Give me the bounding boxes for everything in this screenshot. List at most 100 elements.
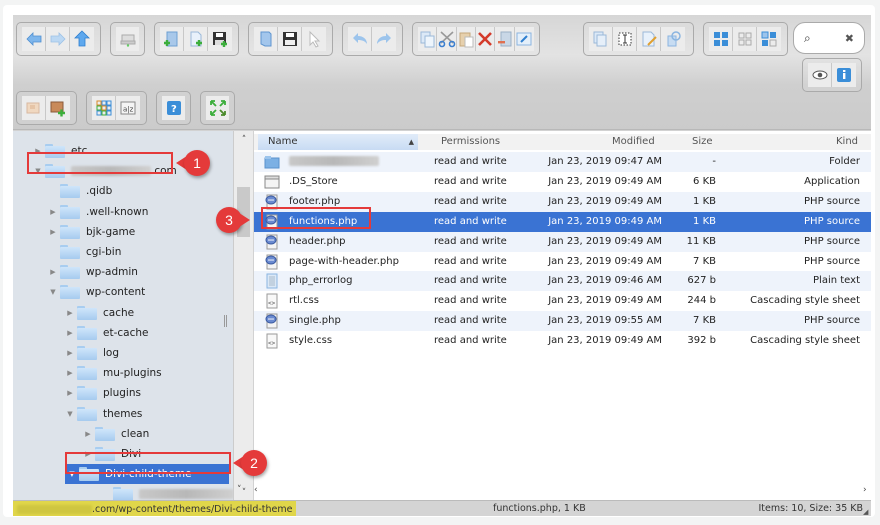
- collapse-arrow-icon[interactable]: ▼: [65, 410, 75, 418]
- forward-button[interactable]: [46, 27, 70, 51]
- folder-icon: [77, 325, 97, 340]
- expand-arrow-icon[interactable]: ▶: [83, 430, 93, 438]
- fullscreen-button[interactable]: [206, 96, 229, 120]
- preview-button[interactable]: [808, 63, 832, 87]
- resize-button[interactable]: [661, 27, 685, 51]
- duplicate-button[interactable]: [589, 27, 613, 51]
- tree-item[interactable]: ▶ log: [65, 343, 119, 363]
- archive-icon: [26, 102, 39, 114]
- splitter-grip[interactable]: [224, 315, 227, 327]
- expand-arrow-icon[interactable]: ▶: [48, 228, 58, 236]
- tree-item-label: cgi-bin: [86, 246, 122, 258]
- edit-group: [412, 22, 540, 56]
- info-button[interactable]: [832, 63, 856, 87]
- column-header-size[interactable]: Size: [692, 136, 713, 147]
- tree-item[interactable]: ▶ et-cache: [65, 323, 148, 343]
- file-modified: Jan 23, 2019 09:49 AM: [548, 195, 662, 207]
- file-row[interactable]: php_errorlog read and write Jan 23, 2019 0…: [254, 271, 871, 292]
- folder-icon: [60, 285, 80, 300]
- sort-button[interactable]: a|z: [116, 96, 140, 120]
- extract-button[interactable]: [514, 27, 534, 51]
- tree-item[interactable]: ▶ .well-known: [48, 202, 148, 222]
- archive-button[interactable]: [22, 96, 46, 120]
- tree-item[interactable]: ▶ clean: [83, 424, 149, 444]
- scroll-up-icon[interactable]: ˄: [234, 135, 254, 145]
- file-row[interactable]: <> style.css read and write Jan 23, 2019 09…: [254, 331, 871, 351]
- resize-grip-icon[interactable]: ◢: [863, 508, 871, 516]
- folder-icon: [60, 265, 80, 280]
- view-grid-button[interactable]: [92, 96, 116, 120]
- up-button[interactable]: [70, 27, 94, 51]
- blurred-domain: [17, 504, 92, 514]
- tree-item[interactable]: cgi-bin: [48, 242, 121, 262]
- save-button[interactable]: [278, 27, 302, 51]
- file-size: 627 b: [687, 275, 716, 287]
- help-button[interactable]: ?: [162, 96, 185, 120]
- clear-search-icon[interactable]: ✖: [845, 32, 854, 45]
- tree-item[interactable]: [101, 484, 233, 500]
- expand-arrow-icon[interactable]: ▶: [65, 329, 75, 337]
- column-header-name[interactable]: Name ▲: [258, 134, 418, 150]
- column-header-permissions[interactable]: Permissions: [441, 136, 500, 147]
- collapse-arrow-icon[interactable]: ▼: [48, 288, 58, 296]
- redo-button[interactable]: [372, 27, 396, 51]
- tree-scroll-down-icon[interactable]: ˅: [237, 485, 242, 495]
- file-list: Name ▲ Permissions Modified Size Kind rea…: [254, 131, 871, 500]
- back-button[interactable]: [22, 27, 46, 51]
- file-kind: Application: [804, 175, 860, 187]
- tree-item[interactable]: .qidb: [48, 181, 112, 201]
- tree-item[interactable]: ▼ themes: [65, 404, 142, 424]
- copy-button[interactable]: [418, 27, 438, 51]
- expand-arrow-icon[interactable]: ▶: [48, 268, 58, 276]
- icons-view-icon: [713, 32, 728, 46]
- tree-item[interactable]: ▶ plugins: [65, 383, 141, 403]
- tree-item[interactable]: ▶ cache: [65, 303, 134, 323]
- empty-button[interactable]: [495, 27, 515, 51]
- icons-view-button[interactable]: [709, 27, 733, 51]
- file-row[interactable]: header.php read and write Jan 23, 2019 09:…: [254, 231, 871, 252]
- new-file-button[interactable]: [184, 27, 208, 51]
- svg-text:<>: <>: [268, 340, 276, 347]
- file-row[interactable]: page-with-header.php read and write Jan 23…: [254, 252, 871, 272]
- delete-button[interactable]: [476, 27, 496, 51]
- new-folder-button[interactable]: [160, 27, 184, 51]
- tree-item[interactable]: ▼ wp-content: [48, 282, 145, 302]
- list-vertical-scrollbar[interactable]: ˄ ˅: [233, 131, 253, 500]
- columns-view-button[interactable]: [757, 27, 781, 51]
- expand-arrow-icon[interactable]: ▶: [65, 369, 75, 377]
- file-name: style.css: [289, 335, 333, 347]
- column-header-modified[interactable]: Modified: [612, 136, 655, 147]
- file-row[interactable]: <> rtl.css read and write Jan 23, 2019 09:4…: [254, 291, 871, 311]
- undo-button[interactable]: [348, 27, 372, 51]
- rename-button[interactable]: [613, 27, 637, 51]
- file-row[interactable]: read and write Jan 23, 2019 09:47 AM - Fold…: [254, 152, 871, 172]
- search-input[interactable]: [812, 32, 843, 44]
- file-row[interactable]: .DS_Store read and write Jan 23, 2019 09:4…: [254, 172, 871, 192]
- scroll-left-icon[interactable]: ‹: [254, 485, 258, 495]
- folder-icon: [77, 406, 97, 421]
- open-button[interactable]: [254, 27, 278, 51]
- open-icon: [260, 31, 271, 47]
- paste-button[interactable]: [456, 27, 477, 51]
- scroll-right-icon[interactable]: ›: [863, 485, 867, 495]
- file-row[interactable]: single.php read and write Jan 23, 2019 09:…: [254, 311, 871, 332]
- search-box[interactable]: ⌕ ✖: [793, 22, 865, 54]
- expand-arrow-icon[interactable]: ▶: [48, 208, 58, 216]
- cut-button[interactable]: [437, 27, 457, 51]
- edit-button[interactable]: [637, 27, 661, 51]
- drive-button[interactable]: [116, 27, 139, 51]
- list-view-button[interactable]: [733, 27, 757, 51]
- tree-item[interactable]: ▶ wp-admin: [48, 262, 138, 282]
- select-button[interactable]: [302, 27, 326, 51]
- help-group: ?: [156, 91, 191, 125]
- expand-arrow-icon[interactable]: ▶: [65, 309, 75, 317]
- column-header-kind[interactable]: Kind: [836, 136, 858, 147]
- upload-button[interactable]: [208, 27, 232, 51]
- extract-archive-button[interactable]: [46, 96, 70, 120]
- sort-group: a|z: [86, 91, 147, 125]
- up-icon: [74, 30, 90, 47]
- expand-arrow-icon[interactable]: ▶: [65, 389, 75, 397]
- tree-item[interactable]: ▶ bjk-game: [48, 222, 135, 242]
- tree-item[interactable]: ▶ mu-plugins: [65, 363, 162, 383]
- expand-arrow-icon[interactable]: ▶: [65, 349, 75, 357]
